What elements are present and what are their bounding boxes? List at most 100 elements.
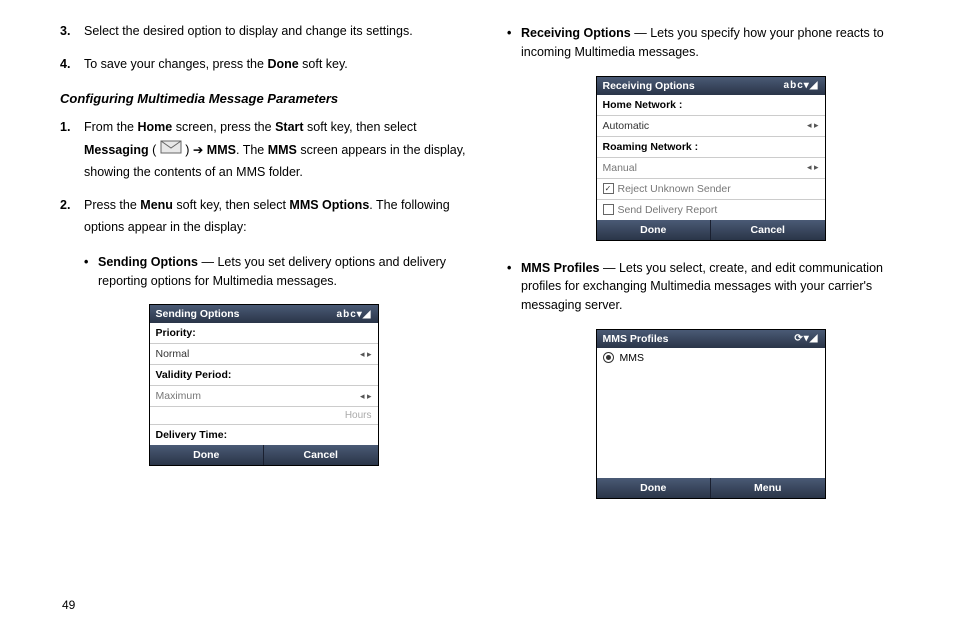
- home-network-select[interactable]: Automatic ◂ ▸: [597, 116, 825, 137]
- list-item-3: 3. Select the desired option to display …: [60, 20, 467, 43]
- list-number: 1.: [60, 116, 84, 184]
- status-icons: abc▾◢: [337, 309, 372, 320]
- checkbox-checked-icon: ✓: [603, 183, 614, 194]
- done-softkey[interactable]: Done: [150, 445, 265, 465]
- t: From the: [84, 120, 138, 134]
- bullet-sending-options: • Sending Options — Lets you set deliver…: [84, 253, 467, 291]
- dash: —: [631, 26, 650, 40]
- value: Maximum: [156, 390, 202, 402]
- bullet-receiving-options: • Receiving Options — Lets you specify h…: [507, 24, 914, 62]
- titlebar: MMS Profiles ⟳▾◢: [597, 330, 825, 348]
- step-2: 2. Press the Menu soft key, then select …: [60, 194, 467, 239]
- menu-softkey[interactable]: Menu: [711, 478, 825, 498]
- t: screen, press the: [172, 120, 275, 134]
- bold-mms: MMS: [207, 143, 236, 157]
- body: Priority: Normal ◂ ▸ Validity Period: Ma…: [150, 323, 378, 445]
- screenshot-receiving-options: Receiving Options abc▾◢ Home Network : A…: [596, 76, 826, 241]
- delivery-time-label: Delivery Time:: [150, 425, 378, 445]
- bold-profiles: MMS Profiles: [521, 261, 600, 275]
- t: soft key, then select: [173, 198, 290, 212]
- left-right-arrows-icon: ◂ ▸: [807, 120, 819, 131]
- bold-receiving: Receiving Options: [521, 26, 631, 40]
- list-text: Press the Menu soft key, then select MMS…: [84, 194, 467, 239]
- softkey-bar: Done Cancel: [150, 445, 378, 465]
- checkbox-unchecked-icon: [603, 204, 614, 215]
- value: Automatic: [603, 120, 650, 132]
- send-delivery-report-checkbox-row[interactable]: Send Delivery Report: [597, 200, 825, 220]
- title: Receiving Options: [603, 80, 695, 92]
- status-icons: ⟳▾◢: [794, 333, 818, 344]
- left-right-arrows-icon: ◂ ▸: [360, 391, 372, 402]
- list-number: 4.: [60, 53, 84, 76]
- step-1: 1. From the Home screen, press the Start…: [60, 116, 467, 184]
- left-right-arrows-icon: ◂ ▸: [360, 349, 372, 360]
- list-text: To save your changes, press the Done sof…: [84, 53, 467, 76]
- status-icons: abc▾◢: [784, 80, 819, 91]
- cancel-softkey[interactable]: Cancel: [711, 220, 825, 240]
- cancel-softkey[interactable]: Cancel: [264, 445, 378, 465]
- t: . The: [236, 143, 268, 157]
- titlebar: Sending Options abc▾◢: [150, 305, 378, 323]
- profile-mms-radio[interactable]: MMS: [597, 348, 825, 368]
- arrow-icon: ➔: [193, 143, 203, 157]
- bullet-icon: •: [84, 253, 98, 291]
- title: Sending Options: [156, 308, 240, 320]
- label: MMS: [620, 352, 645, 364]
- roaming-network-select[interactable]: Manual ◂ ▸: [597, 158, 825, 179]
- hours-label: Hours: [150, 407, 378, 425]
- body: MMS: [597, 348, 825, 478]
- dash: —: [198, 255, 217, 269]
- softkey-bar: Done Cancel: [597, 220, 825, 240]
- priority-select[interactable]: Normal ◂ ▸: [150, 344, 378, 365]
- dash: —: [600, 261, 619, 275]
- text: soft key.: [299, 57, 348, 71]
- right-column: • Receiving Options — Lets you specify h…: [507, 20, 914, 626]
- body: Home Network : Automatic ◂ ▸ Roaming Net…: [597, 95, 825, 220]
- label: Send Delivery Report: [618, 204, 718, 216]
- t: (: [149, 143, 160, 157]
- t: ): [182, 143, 193, 157]
- left-right-arrows-icon: ◂ ▸: [807, 162, 819, 173]
- bullet-icon: •: [507, 259, 521, 315]
- label: Reject Unknown Sender: [618, 183, 731, 195]
- list-number: 2.: [60, 194, 84, 239]
- bullet-icon: •: [507, 24, 521, 62]
- bold-menu: Menu: [140, 198, 173, 212]
- bold-mms: MMS: [268, 143, 297, 157]
- t: Press the: [84, 198, 140, 212]
- bold-messaging: Messaging: [84, 143, 149, 157]
- list-item-4: 4. To save your changes, press the Done …: [60, 53, 467, 76]
- bold-home: Home: [138, 120, 173, 134]
- softkey-bar: Done Menu: [597, 478, 825, 498]
- screenshot-sending-options: Sending Options abc▾◢ Priority: Normal ◂…: [149, 304, 379, 466]
- roaming-network-label: Roaming Network :: [597, 137, 825, 158]
- screenshot-mms-profiles: MMS Profiles ⟳▾◢ MMS Done Menu: [596, 329, 826, 499]
- left-column: 3. Select the desired option to display …: [60, 20, 467, 626]
- priority-label: Priority:: [150, 323, 378, 344]
- bold-start: Start: [275, 120, 303, 134]
- bold-done: Done: [267, 57, 298, 71]
- bold-mmsoptions: MMS Options: [289, 198, 369, 212]
- text: To save your changes, press the: [84, 57, 267, 71]
- bold-sending: Sending Options: [98, 255, 198, 269]
- page-number: 49: [62, 598, 75, 612]
- bullet-text: Receiving Options — Lets you specify how…: [521, 24, 914, 62]
- title: MMS Profiles: [603, 333, 669, 345]
- home-network-label: Home Network :: [597, 95, 825, 116]
- done-softkey[interactable]: Done: [597, 478, 712, 498]
- t: soft key, then select: [304, 120, 417, 134]
- list-number: 3.: [60, 20, 84, 43]
- reject-unknown-checkbox-row[interactable]: ✓ Reject Unknown Sender: [597, 179, 825, 200]
- validity-label: Validity Period:: [150, 365, 378, 386]
- value: Normal: [156, 348, 190, 360]
- validity-select[interactable]: Maximum ◂ ▸: [150, 386, 378, 407]
- radio-selected-icon: [603, 352, 614, 363]
- titlebar: Receiving Options abc▾◢: [597, 77, 825, 95]
- list-text: Select the desired option to display and…: [84, 20, 467, 43]
- envelope-icon: [160, 139, 182, 162]
- page-container: 3. Select the desired option to display …: [0, 0, 954, 636]
- section-heading: Configuring Multimedia Message Parameter…: [60, 91, 467, 106]
- value: Manual: [603, 162, 637, 174]
- list-text: From the Home screen, press the Start so…: [84, 116, 467, 184]
- done-softkey[interactable]: Done: [597, 220, 712, 240]
